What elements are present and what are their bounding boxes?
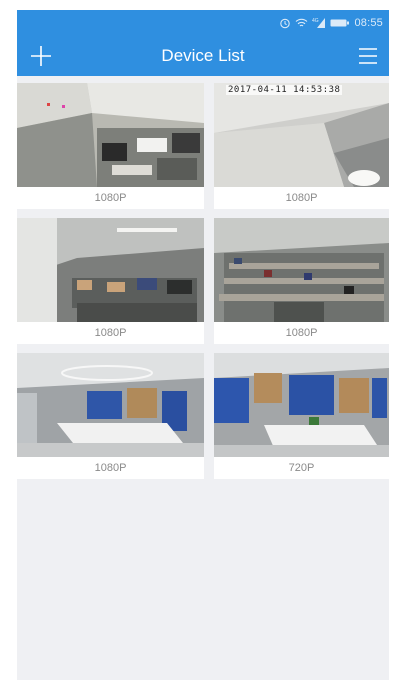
add-device-button[interactable] (29, 44, 53, 68)
camera-thumbnail (214, 218, 389, 322)
device-card[interactable]: 1080P (214, 218, 389, 344)
camera-osd-timestamp: 2017-04-11 14:53:38 (226, 85, 343, 95)
camera-thumbnail (17, 353, 204, 457)
device-grid: 1080P 2017-04-11 14:53:38 1080P 1080P 10… (17, 76, 389, 479)
status-bar: 4G 08:55 (17, 10, 389, 36)
device-resolution-label: 1080P (94, 327, 127, 339)
device-resolution-label: 1080P (285, 192, 318, 204)
device-resolution-label: 1080P (94, 462, 127, 474)
battery-icon (330, 19, 350, 27)
page-title: Device List (161, 46, 245, 65)
menu-button[interactable] (357, 45, 379, 67)
camera-thumbnail (17, 218, 204, 322)
wifi-icon (296, 18, 308, 27)
device-resolution-label: 1080P (285, 327, 318, 339)
device-resolution-label: 720P (288, 462, 315, 474)
camera-thumbnail (17, 83, 204, 187)
device-card[interactable]: 1080P (17, 353, 204, 479)
svg-text:4G: 4G (312, 18, 319, 24)
phone-screen: 4G 08:55 Device List 1080P 2017-04-11 14… (17, 10, 389, 680)
camera-thumbnail (214, 353, 389, 457)
device-card[interactable]: 1080P (17, 218, 204, 344)
device-card[interactable]: 720P (214, 353, 389, 479)
hamburger-menu-icon (359, 48, 377, 64)
device-card[interactable]: 1080P (17, 83, 204, 209)
status-time: 08:55 (354, 17, 383, 29)
device-card[interactable]: 2017-04-11 14:53:38 1080P (214, 83, 389, 209)
plus-icon (31, 46, 51, 66)
alarm-icon (280, 18, 291, 29)
device-resolution-label: 1080P (94, 192, 127, 204)
camera-thumbnail: 2017-04-11 14:53:38 (214, 83, 389, 187)
app-header: Device List (17, 36, 389, 76)
signal-icon: 4G (312, 18, 326, 28)
